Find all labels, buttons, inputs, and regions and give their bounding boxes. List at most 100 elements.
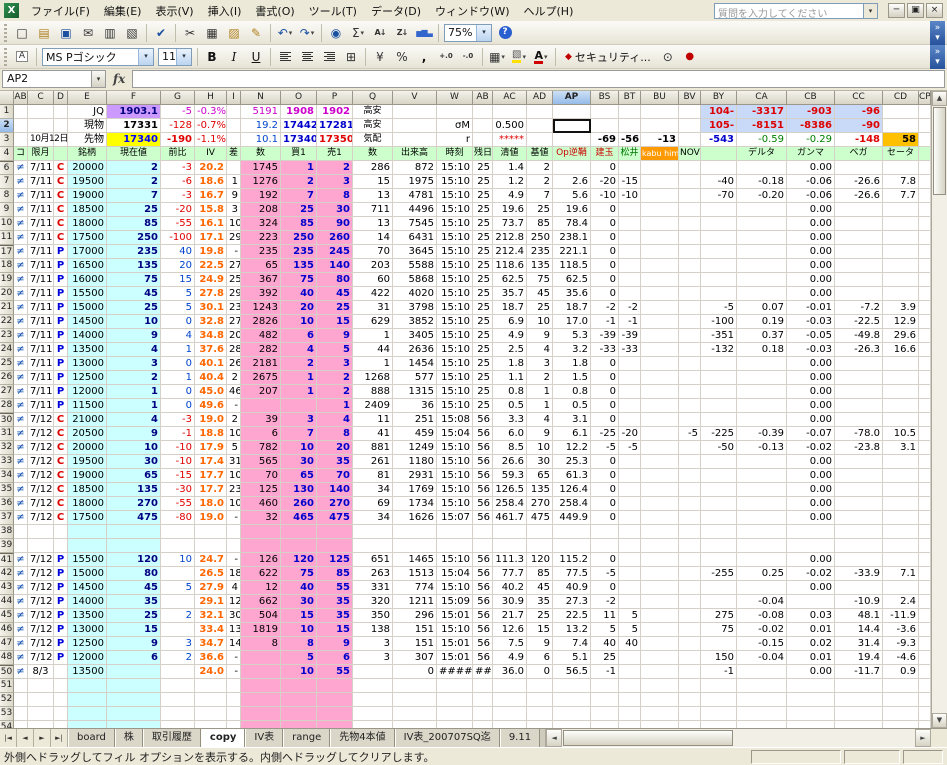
grid-cell[interactable]: 1 — [161, 343, 195, 357]
grid-cell[interactable]: 258.4 — [553, 497, 591, 511]
grid-cell[interactable]: 5 — [619, 609, 641, 623]
grid-cell[interactable] — [919, 567, 931, 581]
grid-cell[interactable]: 17350 — [317, 133, 353, 147]
column-header-C[interactable]: C — [28, 91, 54, 105]
grid-cell[interactable]: 15:04 — [437, 567, 473, 581]
row-header-3[interactable]: 3 — [0, 133, 14, 147]
grid-cell[interactable]: 151 — [393, 637, 437, 651]
grid-cell[interactable] — [737, 581, 787, 595]
grid-cell[interactable] — [68, 679, 107, 693]
grid-cell[interactable] — [883, 707, 919, 721]
grid-cell[interactable]: -100 — [701, 315, 737, 329]
grid-cell[interactable]: 25 — [473, 371, 493, 385]
grid-cell[interactable]: 135 — [527, 259, 553, 273]
grid-cell[interactable]: 565 — [241, 455, 281, 469]
grid-cell[interactable]: 7/12 — [28, 609, 54, 623]
grid-cell[interactable]: 0.5 — [553, 399, 591, 413]
grid-cell[interactable] — [393, 707, 437, 721]
grid-cell[interactable]: 0.00 — [787, 413, 835, 427]
grid-cell[interactable] — [737, 287, 787, 301]
grid-cell[interactable] — [619, 483, 641, 497]
grid-cell[interactable] — [437, 721, 473, 728]
grid-cell[interactable]: 2 — [527, 371, 553, 385]
grid-cell[interactable] — [737, 371, 787, 385]
grid-cell[interactable]: 5 — [619, 623, 641, 637]
grid-cell[interactable]: 35 — [317, 455, 353, 469]
grid-cell[interactable] — [883, 231, 919, 245]
grid-cell[interactable] — [883, 399, 919, 413]
grid-cell[interactable]: -33.9 — [835, 567, 883, 581]
grid-cell[interactable]: 56 — [473, 413, 493, 427]
grid-cell[interactable]: 2 — [281, 357, 317, 371]
grid-cell[interactable]: 15:10 — [437, 399, 473, 413]
grid-cell[interactable]: 1211 — [393, 595, 437, 609]
grid-cell[interactable]: -0.7% — [195, 119, 227, 133]
grid-cell[interactable] — [835, 287, 883, 301]
grid-cell[interactable] — [701, 455, 737, 469]
grid-cell[interactable]: 1 — [353, 329, 393, 343]
grid-cell[interactable]: 25 — [527, 609, 553, 623]
grid-cell[interactable] — [107, 721, 161, 728]
grid-cell[interactable] — [619, 707, 641, 721]
column-header-D[interactable]: D — [54, 91, 68, 105]
grid-cell[interactable]: 19.6 — [493, 203, 527, 217]
grid-cell[interactable]: 20000 — [68, 441, 107, 455]
grid-cell[interactable]: 17500 — [68, 231, 107, 245]
grid-cell[interactable]: 7.7 — [883, 189, 919, 203]
toolbar-spelling-button[interactable]: ✔ — [151, 23, 171, 43]
grid-cell[interactable]: 25 — [473, 385, 493, 399]
grid-cell[interactable]: C — [54, 427, 68, 441]
grid-cell[interactable] — [195, 693, 227, 707]
row-header-32[interactable]: 32 — [0, 441, 14, 455]
grid-cell[interactable] — [641, 161, 679, 175]
grid-cell[interactable] — [737, 553, 787, 567]
grid-cell[interactable]: 7/11 — [28, 161, 54, 175]
grid-cell[interactable]: 4.9 — [493, 189, 527, 203]
grid-cell[interactable]: 135 — [107, 259, 161, 273]
grid-cell[interactable]: 19.6 — [553, 203, 591, 217]
toolbar-autosum-button[interactable]: Σ ▾ — [348, 23, 368, 43]
grid-cell[interactable]: 130 — [281, 483, 317, 497]
grid-cell[interactable] — [641, 399, 679, 413]
grid-cell[interactable] — [701, 287, 737, 301]
grid-cell[interactable]: 0 — [591, 273, 619, 287]
grid-cell[interactable]: 19.4 — [835, 651, 883, 665]
row-header-50[interactable]: 50 — [0, 665, 14, 679]
grid-cell[interactable]: ≠ — [14, 441, 28, 455]
grid-cell[interactable] — [641, 525, 679, 539]
grid-cell[interactable]: 0.03 — [787, 609, 835, 623]
menu-data[interactable]: データ(D) — [364, 1, 428, 21]
grid-cell[interactable]: -80 — [161, 511, 195, 525]
grid-cell[interactable]: 4 — [527, 343, 553, 357]
grid-cell[interactable]: 9 — [107, 329, 161, 343]
grid-cell[interactable]: 15:10 — [437, 245, 473, 259]
grid-cell[interactable]: P — [54, 273, 68, 287]
name-box[interactable]: AP2 — [2, 70, 92, 88]
grid-cell[interactable]: 3.1 — [553, 413, 591, 427]
grid-cell[interactable]: 6.1 — [553, 427, 591, 441]
grid-cell[interactable]: 104- — [701, 105, 737, 119]
grid-cell[interactable]: 65 — [281, 469, 317, 483]
grid-cell[interactable] — [883, 455, 919, 469]
grid-cell[interactable]: 212.8 — [493, 231, 527, 245]
grid-cell[interactable]: 0.00 — [787, 161, 835, 175]
grid-cell[interactable] — [679, 679, 701, 693]
grid-cell[interactable] — [641, 427, 679, 441]
grid-cell[interactable]: 15.8 — [195, 203, 227, 217]
grid-cell[interactable] — [14, 133, 28, 147]
grid-cell[interactable] — [737, 413, 787, 427]
grid-cell[interactable]: 1.4 — [493, 161, 527, 175]
grid-cell[interactable] — [54, 539, 68, 553]
grid-cell[interactable] — [241, 539, 281, 553]
grid-cell[interactable]: 24.9 — [195, 273, 227, 287]
grid-cell[interactable] — [679, 273, 701, 287]
grid-cell[interactable]: 465 — [281, 511, 317, 525]
grid-cell[interactable] — [619, 581, 641, 595]
grid-cell[interactable]: 56 — [473, 469, 493, 483]
grid-cell[interactable]: 18.7 — [493, 301, 527, 315]
grid-cell[interactable] — [591, 119, 619, 133]
grid-cell[interactable] — [591, 539, 619, 553]
grid-cell[interactable]: 4496 — [393, 203, 437, 217]
grid-cell[interactable] — [553, 133, 591, 147]
grid-cell[interactable]: 数 — [241, 147, 281, 161]
